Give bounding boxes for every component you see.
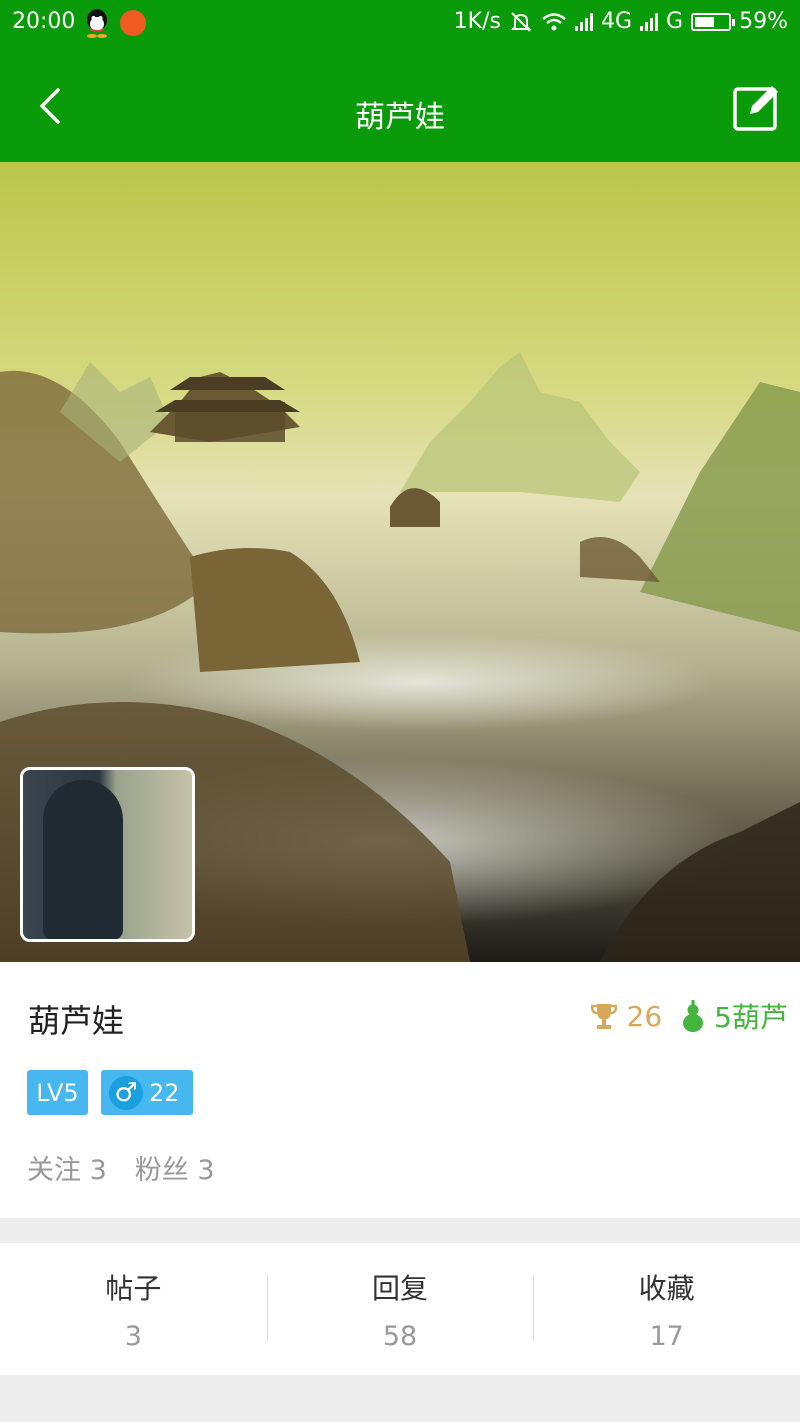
battery-level xyxy=(695,16,715,27)
posts-tab[interactable]: 帖子 3 xyxy=(0,1243,267,1375)
battery-icon xyxy=(691,12,736,31)
app-bar: 葫芦娃 xyxy=(0,48,800,162)
gender-age-badge: ♂ 22 xyxy=(101,1070,193,1115)
battery-text: 59% xyxy=(739,9,788,34)
trophy-icon xyxy=(590,1004,617,1029)
network-type-1: 4G xyxy=(600,9,633,34)
avatar-figure xyxy=(43,780,123,939)
signal-icon xyxy=(574,12,593,31)
avatar[interactable] xyxy=(20,767,195,942)
fans-link[interactable]: 粉丝 3 xyxy=(135,1148,215,1187)
edit-icon[interactable] xyxy=(732,82,782,132)
signal-icon-2 xyxy=(640,12,659,31)
posts-count: 3 xyxy=(124,1321,142,1352)
hulu-count: 5葫芦 xyxy=(714,1001,788,1034)
replies-label: 回复 xyxy=(372,1272,429,1305)
follow-stats: 关注 3 粉丝 3 xyxy=(27,1148,215,1187)
status-bar: 20:00 1K/s 4G G 59% xyxy=(0,0,800,48)
user-badges: LV5 ♂ 22 xyxy=(27,1070,193,1115)
score-value: 26 xyxy=(626,999,663,1033)
username: 葫芦娃 xyxy=(28,1002,125,1040)
favorites-count: 17 xyxy=(649,1321,684,1352)
network-type-2: G xyxy=(666,9,684,34)
male-icon: ♂ xyxy=(109,1075,143,1110)
status-time: 20:00 xyxy=(12,9,76,34)
gourd-icon xyxy=(683,1000,704,1032)
status-right: 1K/s 4G G 59% xyxy=(454,9,788,34)
level-badge: LV5 xyxy=(27,1070,88,1115)
user-rewards: 26 5葫芦 xyxy=(590,996,788,1036)
replies-tab[interactable]: 回复 58 xyxy=(266,1243,534,1375)
network-speed: 1K/s xyxy=(453,9,501,34)
following-link[interactable]: 关注 3 xyxy=(27,1148,107,1187)
favorites-label: 收藏 xyxy=(638,1272,695,1305)
page-title: 葫芦娃 xyxy=(355,100,445,135)
screenshot-crop-icon xyxy=(120,10,146,36)
posts-label: 帖子 xyxy=(105,1272,162,1305)
wifi-icon xyxy=(542,12,566,30)
activity-counts: 帖子 3 回复 58 收藏 17 xyxy=(0,1243,800,1375)
qq-icon xyxy=(87,9,107,38)
replies-count: 58 xyxy=(382,1321,418,1352)
age-value: 22 xyxy=(149,1078,180,1107)
bell-muted-icon xyxy=(510,11,532,32)
profile-info-section: 葫芦娃 26 5葫芦 LV5 ♂ 22 关注 3 粉丝 3 xyxy=(0,962,800,1218)
favorites-tab[interactable]: 收藏 17 xyxy=(533,1243,800,1375)
